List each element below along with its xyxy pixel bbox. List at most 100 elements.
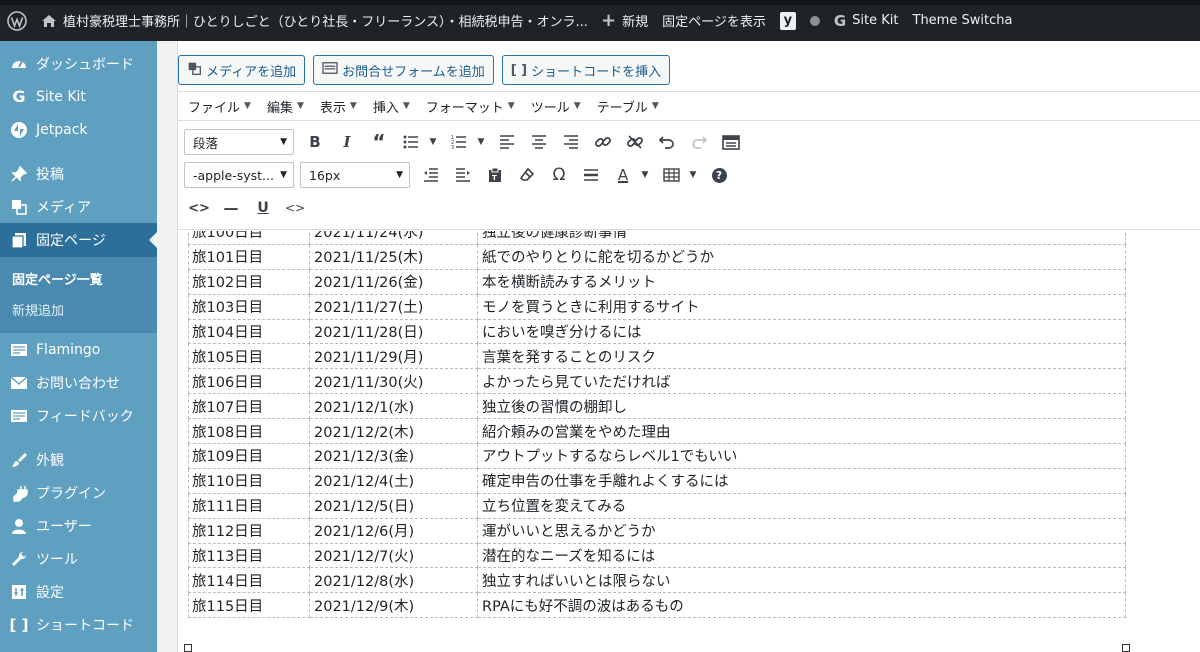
menu-insert[interactable]: 挿入 ▼ [365, 97, 418, 116]
table-row[interactable]: 旅109日目 2021/12/3(金) アウトプットするならレベル1でもいい [188, 443, 1126, 469]
align-left-button[interactable] [492, 128, 522, 156]
sidebar-item-media[interactable]: メディア [0, 190, 157, 223]
title-cell[interactable]: においを嗅ぎ分けるには [477, 318, 1126, 345]
view-page-link[interactable]: 固定ページを表示 [655, 0, 773, 41]
table-row[interactable]: 旅115日目 2021/12/9(木) RPAにも好不調の波はあるもの [188, 592, 1126, 619]
source-code-button[interactable]: <> [280, 194, 310, 222]
day-cell[interactable]: 旅112日目 [188, 517, 310, 544]
title-cell[interactable]: モノを買うときに利用するサイト [477, 293, 1126, 320]
indent-button[interactable] [448, 161, 478, 189]
outdent-button[interactable] [416, 161, 446, 189]
site-name-link[interactable]: 植村豪税理士事務所｜ひとりしごと（ひとり社長・フリーランス）・相続税申告・オンラ… [34, 0, 594, 41]
date-cell[interactable]: 2021/12/9(木) [309, 592, 478, 619]
sidebar-item-plugins[interactable]: プラグイン [0, 476, 157, 509]
table-dropdown[interactable]: ▼ [684, 161, 702, 189]
day-cell[interactable]: 旅102日目 [188, 268, 310, 295]
date-cell[interactable]: 2021/12/1(水) [309, 393, 478, 420]
menu-view[interactable]: 表示 ▼ [312, 97, 365, 116]
sidebar-item-settings[interactable]: 設定 [0, 575, 157, 608]
table-row[interactable]: 旅104日目 2021/11/28(日) においを嗅ぎ分けるには [188, 318, 1126, 345]
sidebar-item-posts[interactable]: 投稿 [0, 157, 157, 190]
day-cell[interactable]: 旅105日目 [188, 343, 310, 370]
title-cell[interactable]: 紹介頼みの営業をやめた理由 [477, 418, 1126, 445]
date-cell[interactable]: 2021/11/28(日) [309, 318, 478, 345]
wordpress-logo-icon[interactable] [0, 0, 34, 41]
table-row[interactable]: 旅101日目 2021/11/25(木) 紙でのやりとりに舵を切るかどうか [188, 243, 1126, 270]
sitekit-link[interactable]: G Site Kit [827, 0, 906, 41]
table-row[interactable]: 旅103日目 2021/11/27(土) モノを買うときに利用するサイト [188, 293, 1126, 320]
hr-button[interactable]: — [216, 194, 246, 222]
help-button[interactable]: ? [704, 161, 734, 189]
bold-button[interactable]: B [300, 128, 330, 156]
resize-handle-bottom-left[interactable] [184, 644, 192, 652]
day-cell[interactable]: 旅107日目 [188, 393, 310, 420]
paste-text-button[interactable]: T [480, 161, 510, 189]
date-cell[interactable]: 2021/12/2(木) [309, 418, 478, 445]
date-cell[interactable]: 2021/11/30(火) [309, 368, 478, 395]
table-row[interactable]: 旅112日目 2021/12/6(月) 運がいいと思えるかどうか [188, 517, 1126, 544]
special-character-button[interactable]: Ω [544, 161, 574, 189]
date-cell[interactable]: 2021/12/4(土) [309, 467, 478, 494]
table-row[interactable]: 旅108日目 2021/12/2(木) 紹介頼みの営業をやめた理由 [188, 418, 1126, 445]
day-cell[interactable]: 旅104日目 [188, 318, 310, 345]
day-cell[interactable]: 旅106日目 [188, 368, 310, 395]
table-row[interactable]: 旅106日目 2021/11/30(火) よかったら見ていただければ [188, 368, 1126, 395]
table-row[interactable]: 旅114日目 2021/12/8(水) 独立すればいいとは限らない [188, 567, 1126, 594]
undo-button[interactable] [652, 128, 682, 156]
submenu-add-new[interactable]: 新規追加 [0, 294, 157, 325]
day-cell[interactable]: 旅101日目 [188, 243, 310, 270]
sidebar-item-appearance[interactable]: 外観 [0, 443, 157, 476]
table-row[interactable]: 旅105日目 2021/11/29(月) 言葉を発することのリスク [188, 343, 1126, 370]
title-cell[interactable]: 紙でのやりとりに舵を切るかどうか [477, 243, 1126, 270]
underline-button[interactable]: U [248, 194, 278, 222]
italic-button[interactable]: I [332, 128, 362, 156]
menu-edit[interactable]: 編集 ▼ [259, 97, 312, 116]
yoast-menu[interactable]: y [773, 0, 803, 41]
new-content-button[interactable]: + 新規 [594, 0, 655, 41]
menu-tools[interactable]: ツール ▼ [523, 97, 589, 116]
text-color-button[interactable]: A [608, 161, 638, 189]
toolbar-toggle-button[interactable] [716, 128, 746, 156]
horizontal-line-button[interactable] [576, 161, 606, 189]
format-select[interactable]: 段落 ▼ [184, 129, 294, 155]
add-media-button[interactable]: メディアを追加 [178, 55, 306, 85]
menu-table[interactable]: テーブル ▼ [589, 97, 667, 116]
day-cell[interactable]: 旅115日目 [188, 592, 310, 619]
date-cell[interactable]: 2021/11/27(土) [309, 293, 478, 320]
title-cell[interactable]: よかったら見ていただければ [477, 368, 1126, 395]
menu-file[interactable]: ファイル ▼ [180, 97, 259, 116]
day-cell[interactable]: 旅110日目 [188, 467, 310, 494]
editor-content-area[interactable]: 旅100日目 2021/11/24(水) 独立後の健康診断事情 旅101日目 2021/… [178, 231, 1200, 652]
redo-button[interactable] [684, 128, 714, 156]
title-cell[interactable]: アウトプットするならレベル1でもいい [477, 443, 1126, 469]
table-row[interactable]: 旅107日目 2021/12/1(水) 独立後の習慣の棚卸し [188, 393, 1126, 420]
title-cell[interactable]: 潜在的なニーズを知るには [477, 542, 1126, 569]
sidebar-item-tools[interactable]: ツール [0, 542, 157, 575]
title-cell[interactable]: 独立後の習慣の棚卸し [477, 393, 1126, 420]
day-cell[interactable]: 旅109日目 [188, 443, 310, 469]
day-cell[interactable]: 旅103日目 [188, 293, 310, 320]
insert-link-button[interactable] [588, 128, 618, 156]
font-family-select[interactable]: -apple-syst... ▼ [184, 162, 294, 188]
title-cell[interactable]: 本を横断読みするメリット [477, 268, 1126, 295]
day-cell[interactable]: 旅113日目 [188, 542, 310, 569]
align-center-button[interactable] [524, 128, 554, 156]
date-cell[interactable]: 2021/12/7(火) [309, 542, 478, 569]
title-cell[interactable]: 言葉を発することのリスク [477, 343, 1126, 370]
date-cell[interactable]: 2021/11/26(金) [309, 268, 478, 295]
sidebar-item-jetpack[interactable]: Jetpack [0, 113, 157, 146]
numbered-list-dropdown[interactable]: ▼ [472, 128, 490, 156]
day-cell[interactable]: 旅108日目 [188, 418, 310, 445]
date-cell[interactable]: 2021/11/25(木) [309, 243, 478, 270]
align-right-button[interactable] [556, 128, 586, 156]
bullet-list-dropdown[interactable]: ▼ [424, 128, 442, 156]
seo-status[interactable] [803, 0, 827, 41]
sidebar-item-sitekit[interactable]: G Site Kit [0, 80, 157, 113]
date-cell[interactable]: 2021/12/5(日) [309, 492, 478, 519]
title-cell[interactable]: RPAにも好不調の波はあるもの [477, 592, 1126, 619]
day-cell[interactable]: 旅111日目 [188, 492, 310, 519]
numbered-list-button[interactable]: 123 [444, 128, 474, 156]
sidebar-item-dashboard[interactable]: ダッシュボード [0, 47, 157, 80]
clear-formatting-button[interactable] [512, 161, 542, 189]
table-row[interactable]: 旅111日目 2021/12/5(日) 立ち位置を変えてみる [188, 492, 1126, 519]
